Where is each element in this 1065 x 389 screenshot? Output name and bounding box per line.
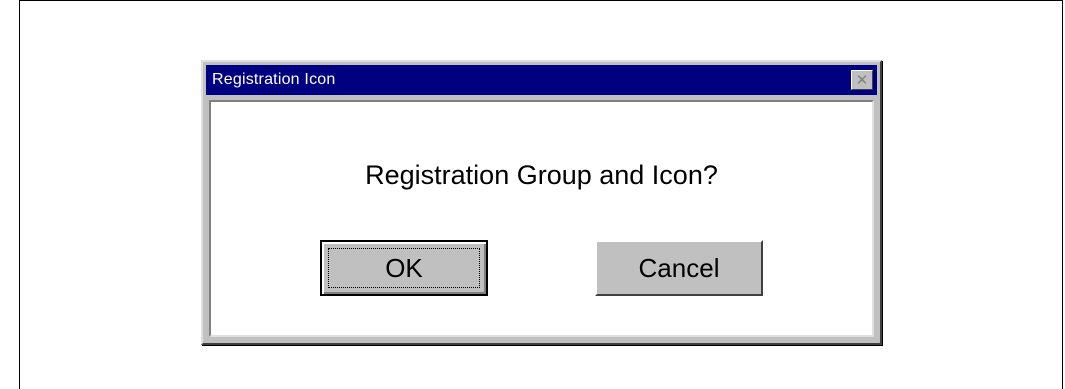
registration-dialog: Registration Icon ✕ Registration Group a… [201,60,882,345]
ok-button[interactable]: OK [320,240,488,296]
close-button[interactable]: ✕ [851,70,873,90]
dialog-titlebar[interactable]: Registration Icon ✕ [206,65,877,95]
dialog-message: Registration Group and Icon? [365,160,718,190]
dialog-title: Registration Icon [212,71,336,88]
cancel-button-label: Cancel [638,252,720,283]
focus-rectangle [328,248,480,288]
close-icon: ✕ [855,71,869,89]
cancel-button[interactable]: Cancel [595,240,763,296]
dialog-body: Registration Group and Icon? OK Cancel [209,100,874,337]
